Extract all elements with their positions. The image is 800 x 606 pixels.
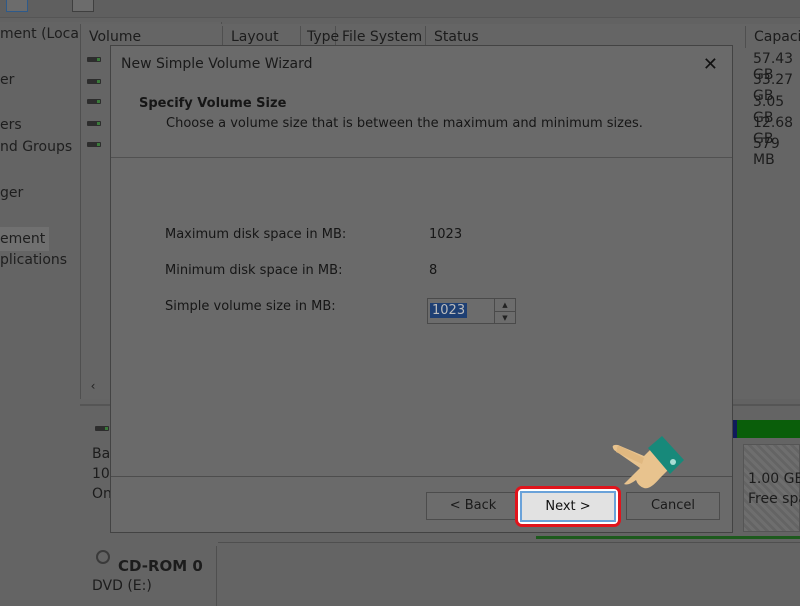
free-space-info: 1.00 GB Free spa <box>748 469 800 509</box>
dialog-title: New Simple Volume Wizard <box>121 56 313 72</box>
back-button[interactable]: < Back <box>426 492 520 520</box>
disk-icon <box>95 426 109 431</box>
tree-item[interactable]: plications <box>0 252 67 268</box>
cd-rom-type: DVD (E:) <box>92 578 152 594</box>
max-space-value: 1023 <box>429 227 463 242</box>
connect-icon[interactable] <box>44 0 66 12</box>
volume-icon <box>87 142 101 147</box>
max-space-label: Maximum disk space in MB: <box>165 227 347 242</box>
divider <box>218 542 800 543</box>
tree-item[interactable]: ment (Local) <box>0 26 88 42</box>
page-title: Specify Volume Size <box>139 96 287 111</box>
volume-icon <box>87 121 101 126</box>
volume-icon <box>87 79 101 84</box>
cd-rom-name: CD-ROM 0 <box>118 557 203 575</box>
tree-item[interactable]: nd Groups <box>0 139 72 155</box>
scroll-left-button[interactable]: ‹ <box>82 376 104 396</box>
spinner: ▲ ▼ <box>494 299 515 323</box>
toolbar <box>0 0 800 18</box>
partition-bar-green <box>737 420 800 438</box>
tree-item[interactable]: ger <box>0 185 23 201</box>
spin-up-button[interactable]: ▲ <box>495 299 515 311</box>
page-subtitle: Choose a volume size that is between the… <box>166 116 643 131</box>
properties-icon[interactable] <box>72 0 94 12</box>
volume-icon <box>87 99 101 104</box>
column-capacity[interactable]: Capacity <box>746 26 800 48</box>
volume-size-stepper[interactable]: 1023 ▲ ▼ <box>427 298 516 324</box>
free-space-label: Free spa <box>748 491 800 507</box>
min-space-label: Minimum disk space in MB: <box>165 263 343 278</box>
divider <box>216 546 217 606</box>
console-tree-icon[interactable] <box>6 0 28 12</box>
pointing-hand-icon <box>612 436 684 489</box>
tree-item-disk-management[interactable]: ement <box>0 227 50 251</box>
partition-bar <box>536 536 800 539</box>
volume-icon <box>87 57 101 62</box>
volume-size-input[interactable]: 1023 <box>430 303 468 318</box>
min-space-value: 8 <box>429 263 438 278</box>
spin-down-button[interactable]: ▼ <box>495 311 515 324</box>
capacity-cell: 579 MB <box>753 136 780 168</box>
tree-item[interactable]: er <box>0 72 14 88</box>
close-icon[interactable]: ✕ <box>703 54 718 75</box>
wizard-header: New Simple Volume Wizard ✕ Specify Volum… <box>111 46 732 158</box>
free-space-partition[interactable]: 1.00 GB Free spa <box>743 444 800 532</box>
free-space-size: 1.00 GB <box>748 471 800 487</box>
tree-item[interactable]: ers <box>0 117 22 133</box>
cd-rom-icon <box>96 550 110 564</box>
volume-size-label: Simple volume size in MB: <box>165 299 336 314</box>
